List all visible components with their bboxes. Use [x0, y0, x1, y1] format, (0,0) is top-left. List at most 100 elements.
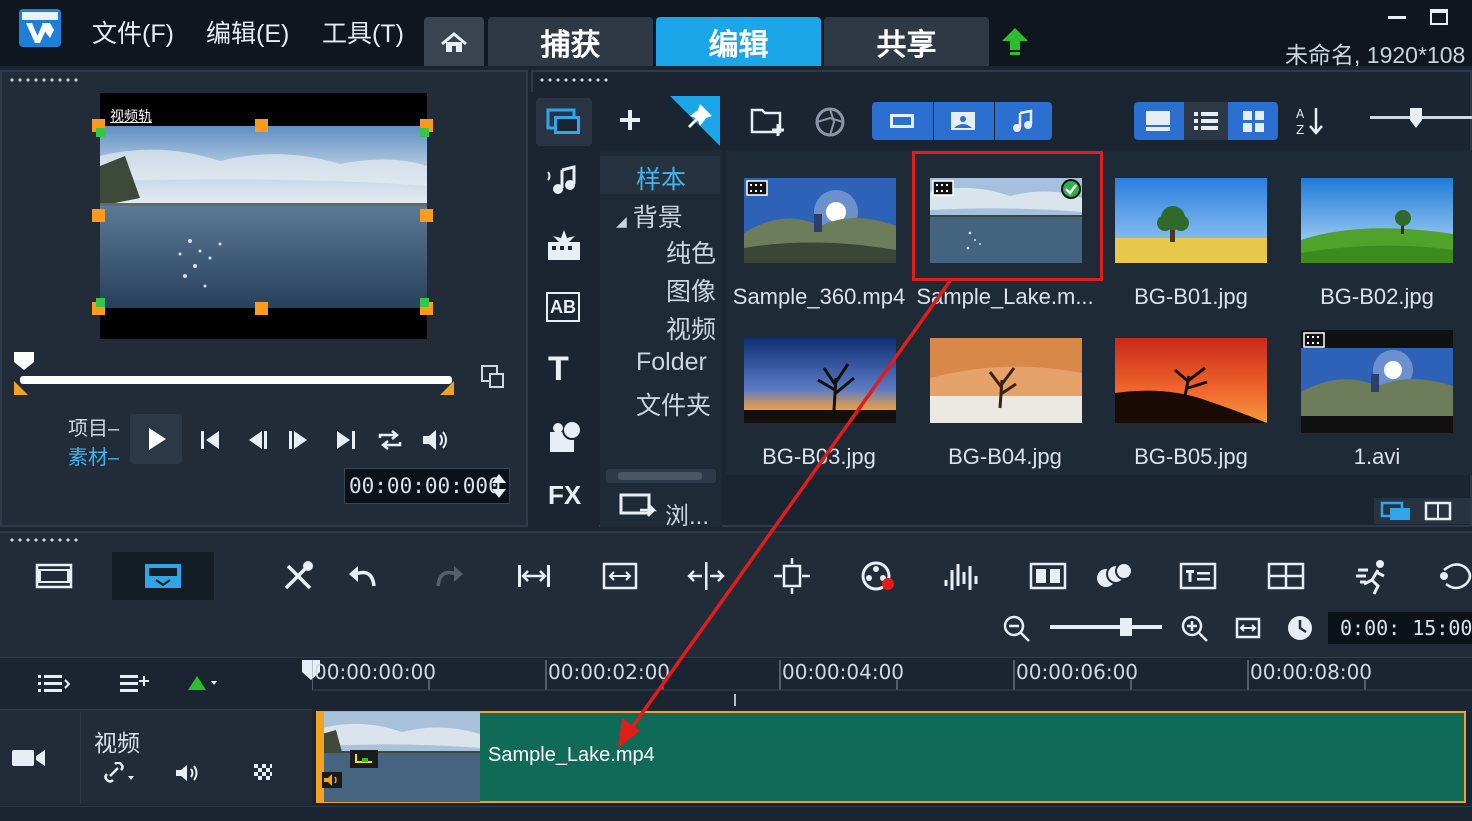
- transition-icon[interactable]: [544, 226, 584, 266]
- thumbnail-bg-b02[interactable]: [1301, 178, 1453, 263]
- tree-scrollbar[interactable]: [606, 469, 716, 483]
- tree-item-folder[interactable]: Folder: [636, 348, 707, 377]
- redo-icon[interactable]: [428, 556, 468, 596]
- pin-icon[interactable]: [670, 96, 720, 146]
- prev-frame-icon[interactable]: [244, 426, 272, 454]
- scrubber-head-icon[interactable]: [14, 352, 34, 372]
- corner-handle[interactable]: [420, 128, 429, 137]
- thumbnail-bg-b01[interactable]: [1115, 178, 1267, 263]
- volume-icon[interactable]: [420, 426, 448, 454]
- thumbnail-bg-b03[interactable]: [744, 338, 896, 423]
- filter-image-button[interactable]: [933, 102, 991, 140]
- tree-item-image[interactable]: 图像: [666, 272, 716, 308]
- preview-timecode[interactable]: 00:00:00:000: [344, 468, 510, 504]
- zoom-slider-knob[interactable]: [1120, 618, 1132, 636]
- rail-media-button[interactable]: [536, 98, 592, 146]
- clock-icon[interactable]: [1286, 614, 1314, 642]
- import-folder-icon[interactable]: [750, 104, 788, 138]
- fit-project-icon[interactable]: [1234, 614, 1262, 642]
- record-icon[interactable]: [858, 556, 898, 596]
- audio-mix-icon[interactable]: [942, 556, 982, 596]
- home-tab[interactable]: [424, 17, 484, 66]
- view-large-button[interactable]: [1136, 102, 1180, 140]
- resize-clip-icon[interactable]: [600, 556, 640, 596]
- menu-edit[interactable]: 编辑(E): [206, 14, 289, 50]
- capture-icon[interactable]: [812, 104, 848, 140]
- timecode-stepper[interactable]: [490, 470, 508, 502]
- upload-icon[interactable]: [1000, 26, 1030, 56]
- menu-tools[interactable]: 工具(T): [322, 14, 404, 50]
- filter-video-button[interactable]: [874, 102, 930, 140]
- library-split-icon[interactable]: [1424, 500, 1452, 522]
- filter-audio-button[interactable]: [994, 102, 1052, 140]
- maximize-button[interactable]: [1430, 9, 1448, 25]
- browse-icon[interactable]: [618, 490, 658, 522]
- fit-track-icon[interactable]: [514, 556, 554, 596]
- audio-icon[interactable]: [544, 162, 584, 202]
- crop-handle[interactable]: [92, 209, 105, 222]
- title-rail-button[interactable]: AB: [546, 292, 580, 322]
- mode-project[interactable]: 项目–: [68, 412, 119, 441]
- fx-rail-button[interactable]: FX: [548, 480, 581, 511]
- thumbnail-bg-b05[interactable]: [1115, 338, 1267, 423]
- tree-item-samples[interactable]: 样本: [636, 160, 686, 196]
- thumbnail-bg-b04[interactable]: [930, 338, 1082, 423]
- menu-file[interactable]: 文件(F): [92, 14, 174, 50]
- storyboard-view-icon[interactable]: [34, 556, 74, 596]
- motion-icon[interactable]: [772, 556, 812, 596]
- split-icon[interactable]: [686, 556, 726, 596]
- minimize-button[interactable]: [1388, 16, 1406, 19]
- repeat-icon[interactable]: [376, 426, 404, 454]
- split-screen-icon[interactable]: [1266, 556, 1306, 596]
- clip-trim-handle[interactable]: [316, 712, 324, 802]
- trim-start-icon[interactable]: [14, 381, 28, 395]
- path-icon[interactable]: [1436, 556, 1472, 596]
- crop-handle[interactable]: [420, 209, 433, 222]
- crop-handle[interactable]: [255, 302, 268, 315]
- browse-label[interactable]: 浏...: [665, 496, 709, 531]
- view-list-button[interactable]: [1184, 102, 1228, 140]
- scrub-bar[interactable]: [20, 376, 452, 384]
- timeline-view-button[interactable]: [112, 552, 214, 600]
- add-marker-icon[interactable]: [184, 672, 220, 694]
- corner-handle[interactable]: [420, 298, 429, 307]
- panel-grip[interactable]: [8, 78, 80, 82]
- resize-preview-icon[interactable]: [480, 364, 506, 390]
- go-end-icon[interactable]: [332, 426, 360, 454]
- go-start-icon[interactable]: [196, 426, 224, 454]
- corner-handle[interactable]: [96, 128, 105, 137]
- corner-handle[interactable]: [96, 298, 105, 307]
- speed-icon[interactable]: [1354, 556, 1394, 596]
- panel-grip[interactable]: [8, 538, 80, 542]
- tree-item-color[interactable]: 纯色: [666, 234, 716, 270]
- add-track-icon[interactable]: [118, 670, 152, 696]
- tab-capture[interactable]: 捕获: [488, 17, 653, 66]
- tree-item-video[interactable]: 视频: [666, 310, 716, 346]
- play-button[interactable]: [130, 414, 182, 464]
- trim-end-icon[interactable]: [440, 381, 454, 395]
- zoom-in-icon[interactable]: [1180, 614, 1210, 644]
- undo-icon[interactable]: [344, 556, 384, 596]
- multicam-icon[interactable]: [1028, 556, 1068, 596]
- crop-handle[interactable]: [255, 119, 268, 132]
- mask-icon[interactable]: [1094, 556, 1134, 596]
- library-layout-icon[interactable]: [1380, 500, 1414, 522]
- next-frame-icon[interactable]: [284, 426, 312, 454]
- zoom-out-icon[interactable]: [1002, 614, 1032, 644]
- graphics-icon[interactable]: [546, 416, 586, 456]
- timeline-timecode[interactable]: 0:00: 15:002: [1328, 612, 1472, 644]
- text-rail-button[interactable]: T: [548, 350, 569, 389]
- zoom-slider[interactable]: [1050, 625, 1162, 629]
- track-visibility-icon[interactable]: [252, 762, 274, 784]
- track-manager-icon[interactable]: [36, 670, 70, 696]
- track-volume-icon[interactable]: [174, 762, 204, 784]
- link-icon[interactable]: [104, 762, 138, 784]
- view-grid-button[interactable]: [1232, 102, 1276, 140]
- add-icon[interactable]: [614, 104, 646, 136]
- subtitle-icon[interactable]: [1178, 556, 1218, 596]
- tree-item-backgrounds[interactable]: ◢ 背景: [616, 198, 683, 234]
- panel-grip[interactable]: [538, 78, 608, 82]
- sort-icon[interactable]: AZ: [1294, 104, 1328, 138]
- tab-share[interactable]: 共享: [824, 17, 989, 66]
- mode-clip[interactable]: 素材–: [68, 441, 119, 470]
